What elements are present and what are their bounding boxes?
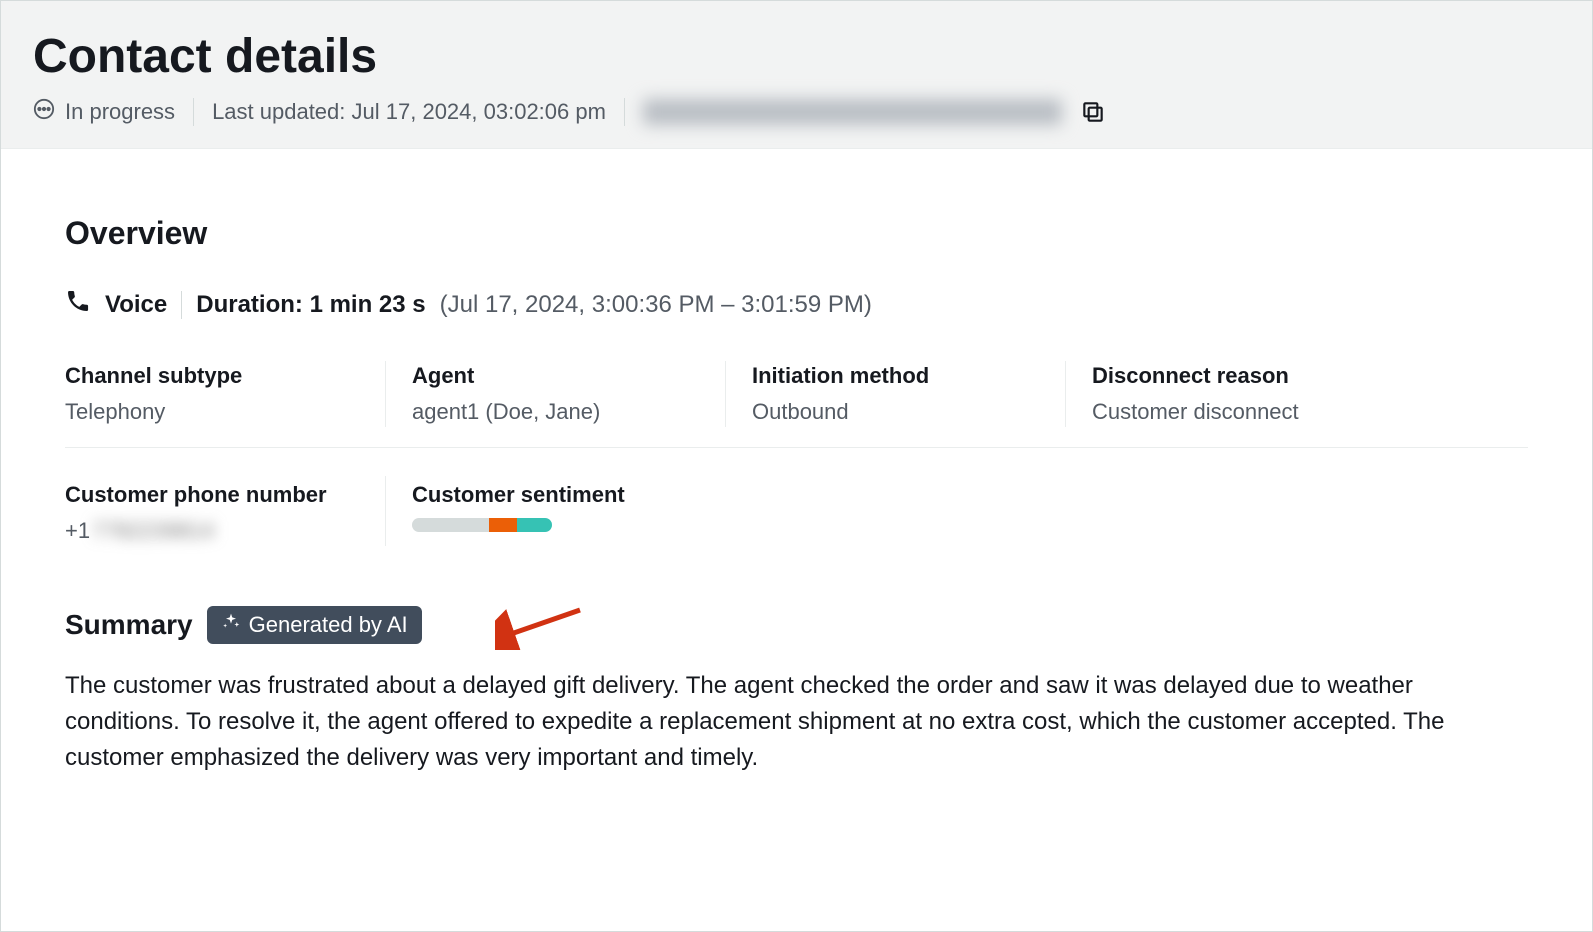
details-row-2: Customer phone number +17782239814 Custo… [65,476,1528,546]
phone-redacted: 7782239814 [92,518,214,544]
annotation-arrow [495,600,585,655]
sentiment-segment-positive [517,518,552,532]
meta-row: In progress Last updated: Jul 17, 2024, … [33,98,1560,126]
contact-id-redacted: a1f9b345-8e33-447b-a579-478035aaecaf [643,99,1062,125]
status-badge: In progress [33,98,175,126]
duration-range: (Jul 17, 2024, 3:00:36 PM – 3:01:59 PM) [440,291,872,319]
last-updated: Last updated: Jul 17, 2024, 03:02:06 pm [212,99,606,125]
ai-generated-badge: Generated by AI [207,606,422,644]
page-header: Contact details In progress Last updated… [1,1,1592,149]
field-channel-subtype: Channel subtype Telephony [65,361,385,427]
status-text: In progress [65,99,175,125]
page-title: Contact details [33,29,1560,84]
divider [193,98,194,126]
field-customer-sentiment: Customer sentiment [385,476,1528,546]
overview-title: Overview [65,215,1528,252]
duration-label: Duration: 1 min 23 s [196,291,425,319]
summary-body: The customer was frustrated about a dela… [65,668,1528,776]
in-progress-icon [33,98,55,126]
sentiment-bar [412,518,552,532]
channel-label: Voice [105,291,167,319]
sentiment-segment-neutral [412,518,489,532]
copy-button[interactable] [1080,99,1106,125]
channel-line: Voice Duration: 1 min 23 s (Jul 17, 2024… [65,288,1528,321]
overview-card: Overview Voice Duration: 1 min 23 s (Jul… [25,185,1568,816]
summary-title: Summary [65,609,193,641]
divider [181,291,182,319]
divider [624,98,625,126]
field-agent: Agent agent1 (Doe, Jane) [385,361,725,427]
phone-icon [65,288,91,321]
field-customer-phone: Customer phone number +17782239814 [65,476,385,546]
sparkle-icon [221,612,241,638]
details-row-1: Channel subtype Telephony Agent agent1 (… [65,361,1528,448]
field-disconnect-reason: Disconnect reason Customer disconnect [1065,361,1528,427]
field-initiation-method: Initiation method Outbound [725,361,1065,427]
sentiment-segment-negative [489,518,517,532]
summary-header: Summary Generated by AI [65,606,1528,644]
